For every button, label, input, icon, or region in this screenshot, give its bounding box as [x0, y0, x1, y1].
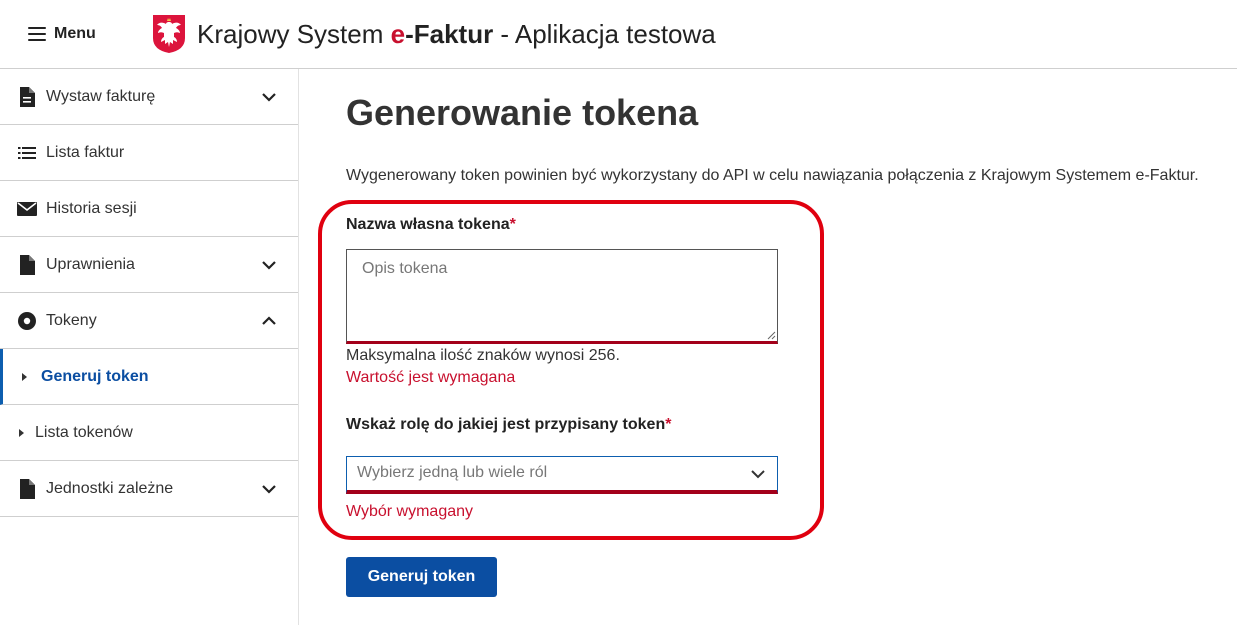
disc-icon [17, 311, 37, 331]
sidebar-item-tokeny[interactable]: Tokeny [0, 293, 298, 349]
app-title: Krajowy System e-Faktur - Aplikacja test… [197, 19, 716, 49]
chevron-down-icon [262, 260, 276, 270]
bullet-triangle-icon [19, 428, 24, 437]
document-icon [17, 478, 37, 499]
sidebar-nav: Wystaw fakturę Lista faktur Historia ses… [0, 69, 299, 625]
role-label: Wskaż rolę do jakiej jest przypisany tok… [346, 416, 672, 433]
required-marker: * [665, 416, 672, 433]
token-name-error: Wartość jest wymagana [346, 369, 516, 386]
sidebar-item-lista-tokenow[interactable]: Lista tokenów [0, 405, 298, 461]
top-header: Menu Krajowy System e-Faktur - Aplikacja… [0, 0, 1237, 69]
menu-button[interactable]: Menu [28, 22, 96, 46]
chevron-down-icon [751, 470, 765, 479]
page-description: Wygenerowany token powinien być wykorzys… [346, 167, 1199, 184]
document-icon [17, 86, 37, 107]
sidebar-item-label: Wystaw fakturę [46, 87, 156, 105]
role-select-placeholder: Wybierz jedną lub wiele ról [357, 464, 548, 481]
chevron-down-icon [262, 484, 276, 494]
eagle-emblem-icon [153, 15, 185, 53]
token-name-label: Nazwa własna tokena* [346, 216, 516, 233]
chevron-up-icon [262, 315, 276, 325]
sidebar-item-label: Lista tokenów [35, 423, 133, 441]
sidebar-item-label: Jednostki zależne [46, 479, 174, 497]
menu-label: Menu [54, 25, 96, 42]
sidebar-item-label: Tokeny [46, 311, 97, 329]
sidebar-item-generuj-token[interactable]: Generuj token [0, 349, 298, 405]
sidebar-item-label: Historia sesji [46, 199, 137, 217]
bullet-triangle-icon [22, 372, 27, 381]
hamburger-icon [28, 27, 46, 41]
envelope-icon [17, 199, 37, 219]
sidebar-item-label: Uprawnienia [46, 255, 135, 273]
sidebar-item-uprawnienia[interactable]: Uprawnienia [0, 237, 298, 293]
sidebar-item-jednostki-zalezne[interactable]: Jednostki zależne [0, 461, 298, 517]
chevron-down-icon [262, 92, 276, 102]
role-select[interactable]: Wybierz jedną lub wiele ról [346, 456, 778, 494]
document-icon [17, 254, 37, 275]
sidebar-item-historia-sesji[interactable]: Historia sesji [0, 181, 298, 237]
resize-grip-icon[interactable] [766, 330, 776, 340]
page-title: Generowanie tokena [346, 92, 699, 133]
role-error: Wybór wymagany [346, 503, 474, 520]
generate-token-button[interactable]: Generuj token [346, 557, 497, 597]
required-marker: * [509, 216, 516, 233]
token-name-textarea[interactable] [346, 249, 778, 344]
sidebar-item-label: Generuj token [41, 367, 149, 385]
list-icon [17, 143, 37, 163]
sidebar-item-lista-faktur[interactable]: Lista faktur [0, 125, 298, 181]
token-name-hint: Maksymalna ilość znaków wynosi 256. [346, 347, 620, 364]
sidebar-item-wystaw-fakture[interactable]: Wystaw fakturę [0, 69, 298, 125]
sidebar-item-label: Lista faktur [46, 143, 125, 161]
